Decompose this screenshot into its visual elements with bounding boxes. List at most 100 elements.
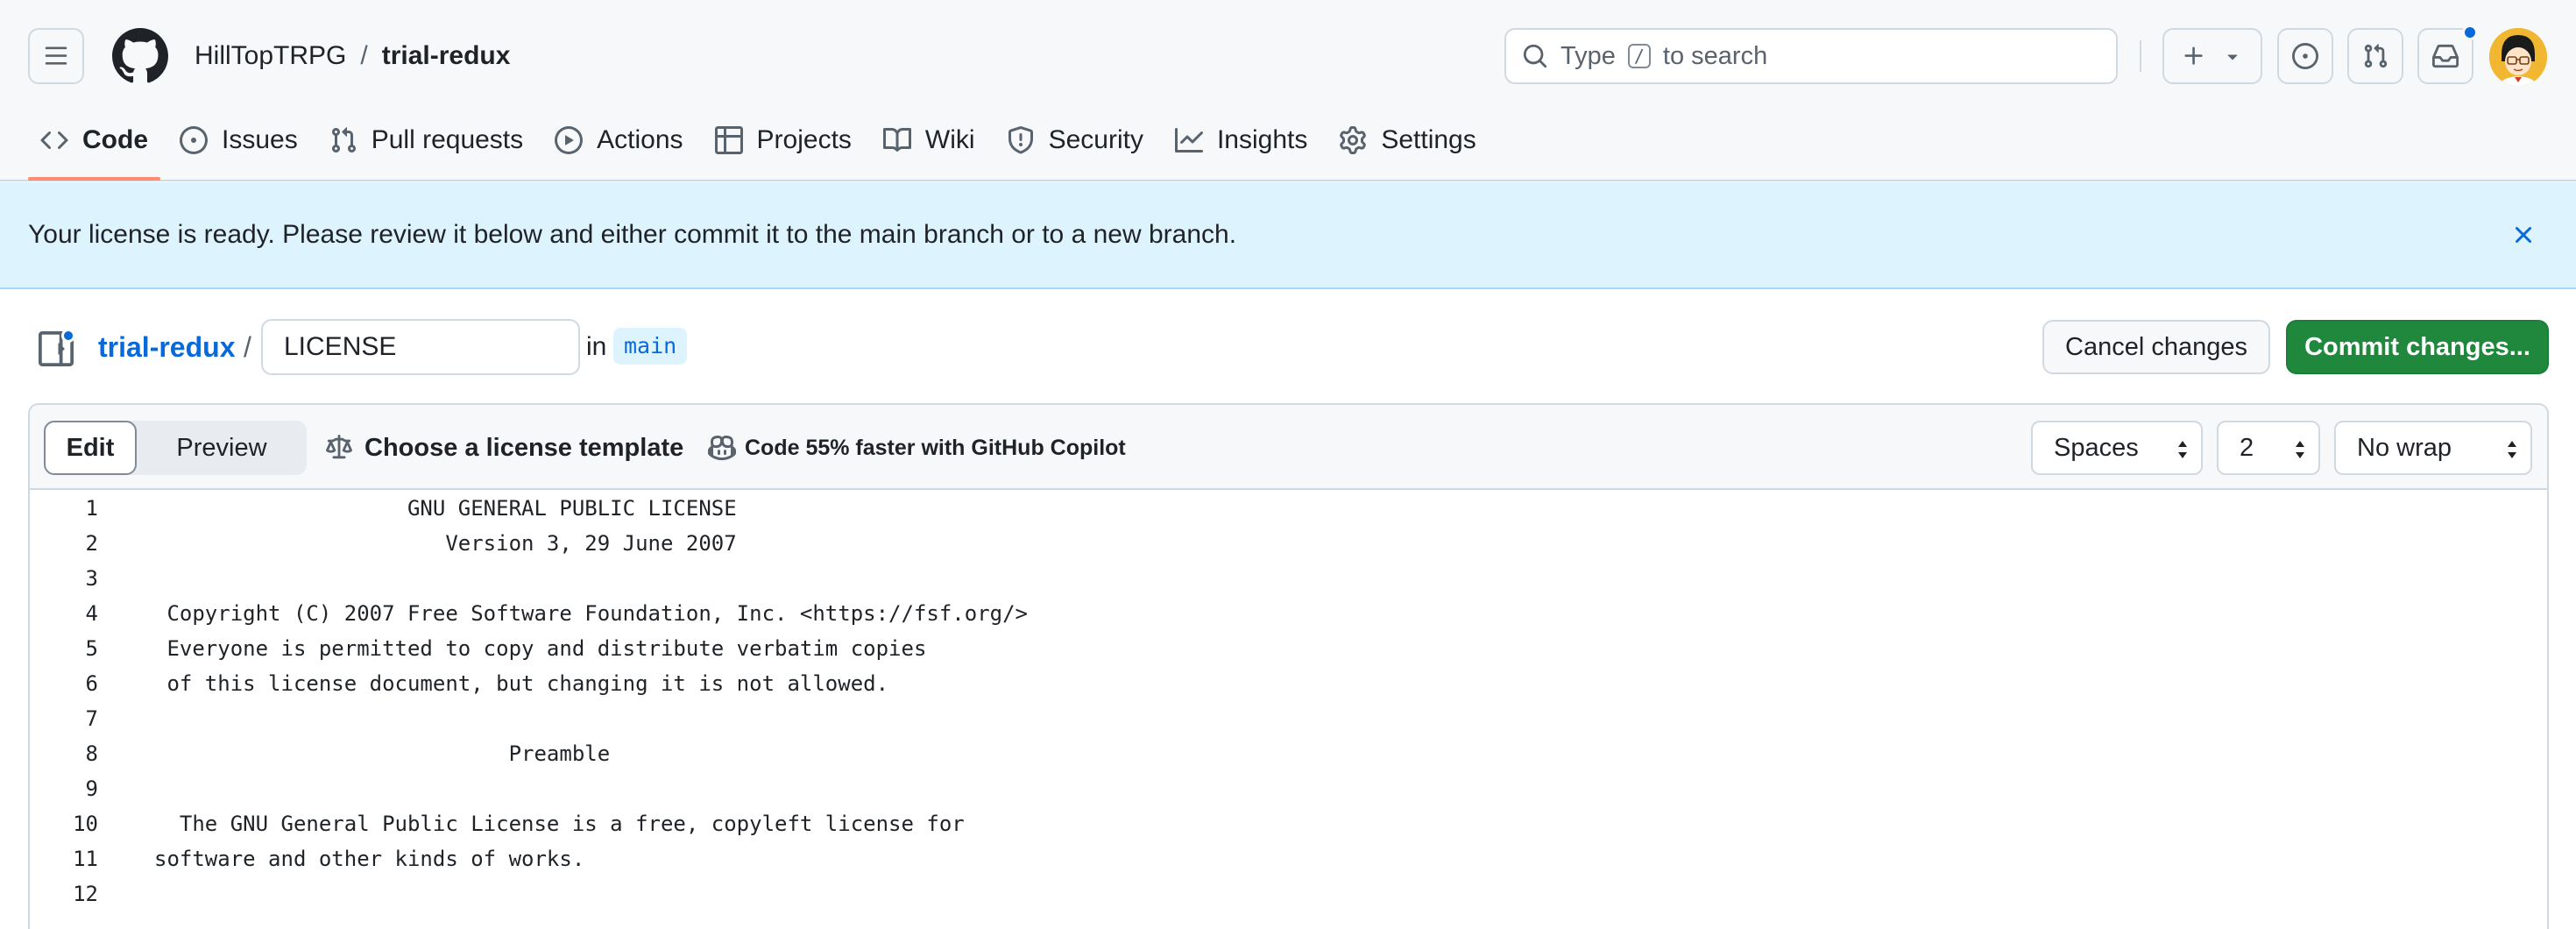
line-number: 4 xyxy=(85,601,98,626)
line-number: 9 xyxy=(85,777,98,801)
wrap-mode-value: No wrap xyxy=(2357,433,2452,462)
shield-icon xyxy=(1008,126,1033,154)
menu-button[interactable] xyxy=(28,28,84,84)
code-line: 12 xyxy=(30,876,2547,911)
line-content: of this license document, but changing i… xyxy=(154,671,889,696)
branch-badge: main xyxy=(613,328,688,365)
line-content: GNU GENERAL PUBLIC LICENSE xyxy=(154,496,737,521)
gear-icon xyxy=(1340,126,1367,154)
tab-label: Pull requests xyxy=(371,125,524,154)
repo-nav-tabs: Code Issues Pull requests Actions Projec… xyxy=(28,112,1496,181)
code-line: 7 xyxy=(30,701,2547,736)
code-line: 9 xyxy=(30,771,2547,806)
line-number: 1 xyxy=(85,496,98,521)
tab-security[interactable]: Security xyxy=(994,112,1156,168)
tab-projects[interactable]: Projects xyxy=(703,112,864,168)
filename-input[interactable] xyxy=(261,319,580,375)
copilot-label: Code 55% faster with GitHub Copilot xyxy=(745,435,1126,460)
tab-label: Actions xyxy=(597,125,683,154)
git-pull-request-icon xyxy=(331,127,356,153)
commit-changes-button[interactable]: Commit changes... xyxy=(2286,320,2549,374)
tab-pull-requests[interactable]: Pull requests xyxy=(317,112,535,168)
tab-label: Projects xyxy=(756,125,852,154)
select-caret-icon xyxy=(2178,441,2187,458)
github-logo-icon[interactable] xyxy=(112,28,168,84)
tab-actions[interactable]: Actions xyxy=(542,112,695,168)
code-line: 1 GNU GENERAL PUBLIC LICENSE xyxy=(30,491,2547,526)
line-number: 11 xyxy=(73,847,98,871)
code-area[interactable]: 1 GNU GENERAL PUBLIC LICENSE 2 Version 3… xyxy=(30,491,2547,911)
line-content: Version 3, 29 June 2007 xyxy=(154,531,737,556)
line-content: software and other kinds of works. xyxy=(154,847,585,871)
app-header: HillTopTRPG / trial-redux Type / to sear… xyxy=(0,0,2576,181)
line-number: 5 xyxy=(85,636,98,661)
edit-preview-toggle: Edit Preview xyxy=(44,421,307,475)
context-separator: / xyxy=(360,41,368,70)
pull-requests-button[interactable] xyxy=(2347,28,2403,84)
tab-label: Insights xyxy=(1216,125,1308,154)
search-input[interactable]: Type / to search xyxy=(1504,28,2118,84)
preview-tab[interactable]: Preview xyxy=(137,421,307,475)
line-number: 6 xyxy=(85,671,98,696)
tab-code[interactable]: Code xyxy=(28,112,160,181)
line-content: The GNU General Public License is a free… xyxy=(154,812,965,836)
search-placeholder-prefix: Type xyxy=(1560,41,1616,70)
owner-link[interactable]: HillTopTRPG xyxy=(195,39,346,74)
tab-settings[interactable]: Settings xyxy=(1327,112,1488,168)
select-caret-icon xyxy=(2296,441,2304,458)
repo-context: HillTopTRPG / trial-redux xyxy=(195,39,510,74)
code-line: 6 of this license document, but changing… xyxy=(30,666,2547,701)
code-line: 11 software and other kinds of works. xyxy=(30,841,2547,876)
indent-mode-value: Spaces xyxy=(2054,433,2139,462)
table-icon xyxy=(714,126,743,154)
indent-mode-select[interactable]: Spaces xyxy=(2031,421,2203,475)
avatar[interactable] xyxy=(2489,28,2547,86)
line-number: 8 xyxy=(85,741,98,766)
wrap-mode-select[interactable]: No wrap xyxy=(2334,421,2532,475)
breadcrumb-repo-link[interactable]: trial-redux xyxy=(98,330,235,365)
law-icon xyxy=(326,435,352,459)
header-divider xyxy=(2140,40,2141,72)
banner-message: Your license is ready. Please review it … xyxy=(28,220,1237,249)
breadcrumb-separator: / xyxy=(244,331,251,363)
tab-wiki[interactable]: Wiki xyxy=(871,112,987,168)
repo-link[interactable]: trial-redux xyxy=(382,39,511,74)
code-line: 5 Everyone is permitted to copy and dist… xyxy=(30,631,2547,666)
sidebar-indicator-dot xyxy=(61,329,75,343)
code-line: 8 Preamble xyxy=(30,736,2547,771)
plus-icon xyxy=(2184,46,2203,65)
edit-tab[interactable]: Edit xyxy=(44,421,137,475)
line-content: Copyright (C) 2007 Free Software Foundat… xyxy=(154,601,1028,626)
copilot-icon xyxy=(708,435,736,461)
tab-issues[interactable]: Issues xyxy=(167,112,310,168)
inbox-icon xyxy=(2432,44,2459,68)
line-content: Preamble xyxy=(154,741,611,766)
search-icon xyxy=(1523,44,1547,68)
tab-label: Settings xyxy=(1381,125,1476,154)
issues-button[interactable] xyxy=(2277,28,2333,84)
git-pull-request-icon xyxy=(2364,44,2388,68)
tab-label: Wiki xyxy=(924,125,975,154)
indent-size-select[interactable]: 2 xyxy=(2217,421,2320,475)
editor-toolbar: Edit Preview Choose a license template C… xyxy=(30,405,2547,490)
branch-in-label: in xyxy=(586,332,607,361)
code-icon xyxy=(40,131,68,150)
book-icon xyxy=(882,127,911,152)
copilot-promo-link[interactable]: Code 55% faster with GitHub Copilot xyxy=(708,421,1126,475)
issue-opened-icon xyxy=(180,126,208,154)
create-new-button[interactable] xyxy=(2162,28,2262,84)
choose-license-template-button[interactable]: Choose a license template xyxy=(312,421,697,475)
line-number: 12 xyxy=(73,882,98,906)
tab-insights[interactable]: Insights xyxy=(1163,112,1320,168)
close-icon[interactable] xyxy=(2509,221,2537,249)
code-line: 10 The GNU General Public License is a f… xyxy=(30,806,2547,841)
unread-indicator xyxy=(2462,25,2478,40)
tab-label: Issues xyxy=(222,125,298,154)
search-placeholder-suffix: to search xyxy=(1662,41,1768,70)
line-number: 10 xyxy=(73,812,98,836)
cancel-changes-button[interactable]: Cancel changes xyxy=(2042,320,2270,374)
file-editor: Edit Preview Choose a license template C… xyxy=(28,403,2549,929)
line-number: 3 xyxy=(85,566,98,591)
code-line: 2 Version 3, 29 June 2007 xyxy=(30,526,2547,561)
code-line: 4 Copyright (C) 2007 Free Software Found… xyxy=(30,596,2547,631)
